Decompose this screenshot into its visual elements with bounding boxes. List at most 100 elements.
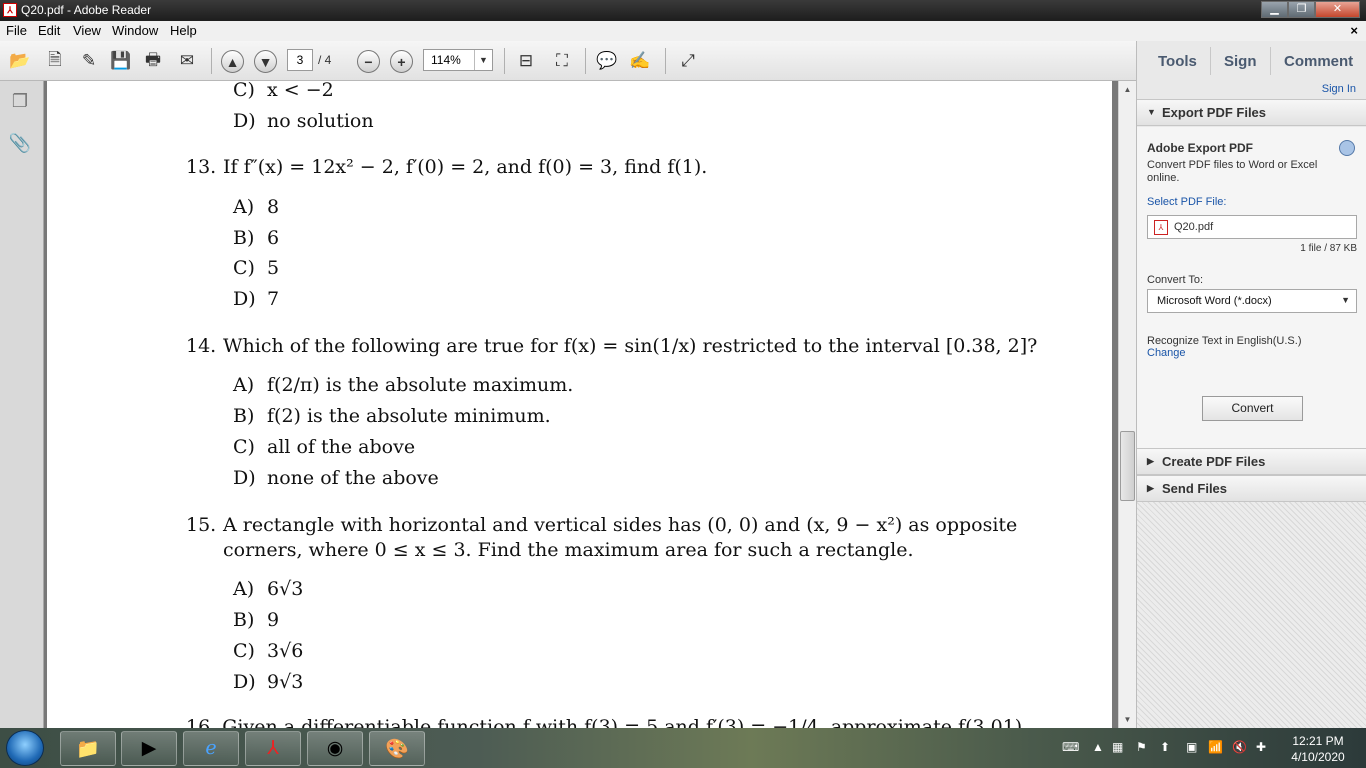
menu-view[interactable]: View [73, 23, 101, 38]
update-icon[interactable]: ⬆ [1160, 740, 1170, 754]
comment-icon[interactable]: 💬 [595, 49, 619, 73]
q14-option-c: C) all of the above [233, 436, 416, 458]
keyboard-icon[interactable]: ⌨ [1062, 740, 1079, 754]
chrome-icon[interactable]: ◉ [307, 731, 363, 766]
attachments-icon[interactable]: 📎 [8, 131, 32, 155]
edit-pdf-icon[interactable]: ✎ [77, 49, 101, 73]
format-select[interactable]: Microsoft Word (*.docx) ▼ [1147, 289, 1357, 313]
page-total: / 4 [318, 53, 332, 67]
export-pdf-header[interactable]: ▼ Export PDF Files [1137, 99, 1366, 126]
highlight-icon[interactable]: ✍ [628, 49, 652, 73]
q14-option-b: B) f(2) is the absolute minimum. [233, 405, 551, 427]
select-pdf-label: Select PDF File: [1147, 196, 1227, 208]
file-size: 1 file / 87 KB [1300, 243, 1357, 254]
email-icon[interactable]: ✉ [175, 49, 199, 73]
menu-bar: File Edit View Window Help × [0, 21, 1366, 41]
clock-time: 12:21 PM [1292, 734, 1344, 748]
create-pdf-icon[interactable]: 🗎 [43, 49, 67, 73]
tab-comment[interactable]: Comment [1284, 53, 1353, 70]
save-icon[interactable]: 💾 [109, 49, 133, 73]
menu-window[interactable]: Window [112, 23, 158, 38]
volume-icon[interactable]: 🔇 [1232, 740, 1247, 754]
adobe-reader-taskbar-icon[interactable]: ⅄ [245, 731, 301, 766]
zoom-select[interactable]: 114% ▼ [423, 49, 493, 71]
minimize-button[interactable]: ▁ [1261, 1, 1288, 18]
create-pdf-header[interactable]: ▶ Create PDF Files [1137, 448, 1366, 475]
q15-option-b: B) 9 [233, 609, 280, 631]
recognize-text-label: Recognize Text in English(U.S.) [1147, 335, 1302, 347]
menu-file[interactable]: File [6, 23, 27, 38]
next-page-icon[interactable]: ▼ [254, 50, 277, 73]
send-files-header[interactable]: ▶ Send Files [1137, 475, 1366, 502]
full-screen-icon[interactable]: ⤢ [676, 49, 700, 73]
q14-option-d: D) none of the above [233, 467, 439, 489]
triangle-down-icon: ▼ [1147, 107, 1156, 117]
panel-empty-area [1137, 502, 1366, 728]
maximize-button[interactable]: ❐ [1288, 1, 1315, 18]
flag-icon[interactable]: ⚑ [1136, 740, 1147, 754]
close-button[interactable]: ✕ [1315, 1, 1360, 18]
scroll-up-icon[interactable]: ▲ [1119, 81, 1136, 98]
device-icon[interactable]: ▣ [1186, 740, 1197, 754]
prev-option-c: C) x < −2 [233, 81, 334, 101]
export-pdf-panel: Adobe Export PDF Convert PDF files to Wo… [1137, 127, 1366, 461]
prev-option-d: D) no solution [233, 110, 374, 132]
q15-option-a: A) 6√3 [233, 578, 304, 600]
q13-option-d: D) 7 [233, 288, 280, 310]
question-16-partial: 16. Given a differentiable function f wi… [186, 716, 1029, 728]
question-14: 14. Which of the following are true for f… [186, 335, 1038, 357]
close-document-icon[interactable]: × [1350, 23, 1358, 38]
vertical-scrollbar[interactable]: ▲ ▼ [1118, 81, 1136, 728]
adobe-reader-icon: ⅄ [3, 3, 17, 17]
pdf-page: C) x < −2 D) no solution 13. If f″(x) = 12x… [47, 81, 1112, 728]
media-player-icon[interactable]: ▶ [121, 731, 177, 766]
convert-button[interactable]: Convert [1202, 396, 1303, 421]
q13-option-a: A) 8 [233, 196, 280, 218]
show-hidden-icons-icon[interactable]: ▲ [1092, 740, 1104, 754]
triangle-right-icon: ▶ [1147, 456, 1154, 466]
tab-tools[interactable]: Tools [1158, 53, 1197, 70]
menu-edit[interactable]: Edit [38, 23, 60, 38]
clock[interactable]: 12:21 PM 4/10/2020 [1280, 733, 1356, 765]
tray-app-icon[interactable]: ▦ [1112, 740, 1123, 754]
document-viewport: C) x < −2 D) no solution 13. If f″(x) = 12x… [44, 81, 1118, 728]
open-folder-icon[interactable]: 📂 [8, 49, 32, 73]
zoom-value: 114% [431, 53, 461, 67]
print-icon[interactable]: 🖶 [141, 49, 165, 73]
page-thumbnails-icon[interactable]: ❐ [8, 89, 32, 113]
internet-explorer-icon[interactable]: ℯ [183, 731, 239, 766]
fit-page-icon[interactable]: ⊟ [514, 49, 538, 73]
sign-in-link[interactable]: Sign In [1322, 83, 1356, 95]
question-15-line-2: corners, where 0 ≤ x ≤ 3. Find the maxim… [223, 539, 914, 561]
page-number-input[interactable]: 3 [287, 49, 313, 71]
zoom-out-icon[interactable]: − [357, 50, 380, 73]
security-icon[interactable]: ✚ [1256, 740, 1266, 754]
export-doc-icon [1339, 140, 1355, 156]
chevron-down-icon[interactable]: ▼ [474, 50, 492, 70]
scroll-thumb[interactable] [1120, 431, 1135, 501]
selected-file-field[interactable]: ⅄ Q20.pdf [1147, 215, 1357, 239]
file-explorer-icon[interactable]: 📁 [60, 731, 116, 766]
question-15: 15. A rectangle with horizontal and verti… [186, 514, 1018, 536]
paint-icon[interactable]: 🎨 [369, 731, 425, 766]
tab-sign[interactable]: Sign [1224, 53, 1257, 70]
q14-option-a: A) f(2/π) is the absolute maximum. [233, 374, 574, 396]
q15-option-d: D) 9√3 [233, 671, 304, 693]
chevron-down-icon[interactable]: ▼ [1341, 295, 1350, 305]
network-icon[interactable]: 📶 [1208, 740, 1223, 754]
q15-option-c: C) 3√6 [233, 640, 304, 662]
menu-help[interactable]: Help [170, 23, 197, 38]
convert-to-label: Convert To: [1147, 274, 1204, 286]
clock-date: 4/10/2020 [1291, 750, 1345, 764]
navigation-pane: ❐ 📎 [0, 81, 44, 728]
title-bar: ⅄ Q20.pdf - Adobe Reader ▁ ❐ ✕ [0, 0, 1366, 21]
start-button[interactable] [6, 730, 44, 766]
export-description: Convert PDF files to Word or Excel onlin… [1147, 159, 1318, 184]
previous-page-icon[interactable]: ▲ [221, 50, 244, 73]
taskbar: 📁 ▶ ℯ ⅄ ◉ 🎨 ⌨ ▲ ▦ ⚑ ⬆ ▣ 📶 🔇 ✚ 12:21 PM 4… [0, 728, 1366, 768]
triangle-right-icon: ▶ [1147, 483, 1154, 493]
fit-width-icon[interactable]: ⛶ [550, 49, 574, 73]
zoom-in-icon[interactable]: + [390, 50, 413, 73]
change-language-link[interactable]: Change [1147, 347, 1186, 359]
scroll-down-icon[interactable]: ▼ [1119, 711, 1136, 728]
